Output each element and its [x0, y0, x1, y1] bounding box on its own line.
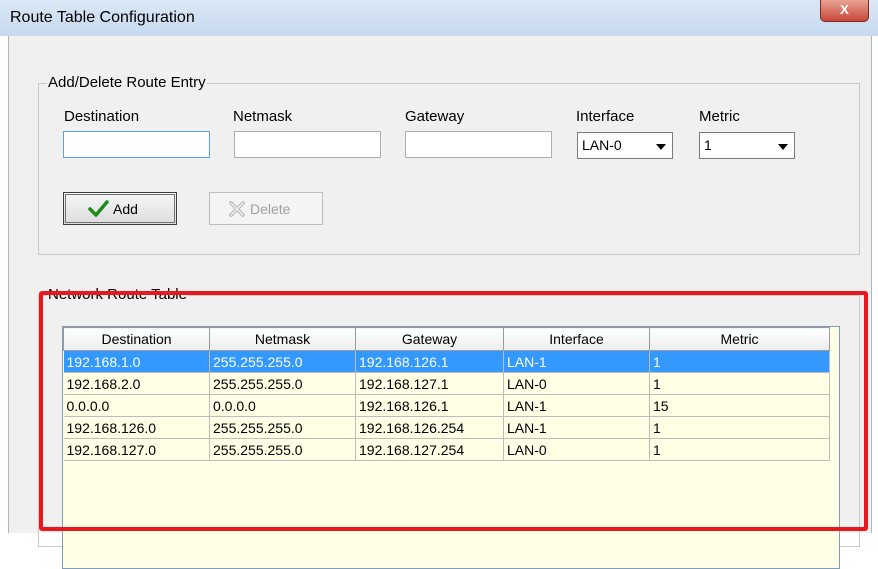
table-cell: 0.0.0.0 — [63, 394, 210, 417]
delete-button-label: Delete — [250, 201, 291, 217]
interface-value: LAN-0 — [582, 137, 622, 153]
table-cell: 255.255.255.0 — [209, 350, 356, 373]
interface-select[interactable]: LAN-0 — [577, 132, 673, 159]
table-cell: LAN-0 — [503, 438, 650, 461]
table-cell: 192.168.2.0 — [63, 372, 210, 395]
chevron-down-icon — [656, 144, 666, 150]
group-title: Network Route Table — [47, 286, 188, 303]
metric-select[interactable]: 1 — [699, 132, 795, 159]
checkmark-icon — [88, 200, 109, 217]
table-cell: 192.168.127.254 — [355, 438, 504, 461]
close-icon: X — [840, 2, 849, 17]
delete-x-icon — [229, 201, 245, 217]
column-header-destination[interactable]: Destination — [63, 327, 210, 351]
table-cell: LAN-1 — [503, 350, 650, 373]
add-button[interactable]: Add — [63, 192, 177, 225]
gateway-input[interactable] — [405, 131, 552, 158]
table-cell: 255.255.255.0 — [209, 372, 356, 395]
table-cell: 15 — [649, 394, 830, 417]
table-row[interactable]: 192.168.127.0 255.255.255.0 192.168.127.25… — [63, 438, 830, 461]
close-button[interactable]: X — [820, 0, 869, 22]
add-button-label: Add — [113, 200, 138, 217]
table-cell: 192.168.1.0 — [63, 350, 210, 373]
metric-label: Metric — [699, 108, 740, 125]
destination-label: Destination — [64, 108, 140, 125]
column-header-metric[interactable]: Metric — [649, 327, 830, 351]
netmask-label: Netmask — [233, 108, 293, 125]
delete-button[interactable]: Delete — [209, 192, 323, 225]
destination-input[interactable] — [63, 131, 210, 158]
table-cell: 192.168.127.1 — [355, 372, 504, 395]
table-cell: 192.168.127.0 — [63, 438, 210, 461]
gateway-label: Gateway — [405, 108, 465, 125]
window-title: Route Table Configuration — [10, 9, 195, 26]
table-cell: 1 — [649, 416, 830, 439]
group-title: Add/Delete Route Entry — [47, 74, 207, 91]
table-cell: LAN-1 — [503, 416, 650, 439]
column-header-interface[interactable]: Interface — [503, 327, 650, 351]
table-row[interactable]: 192.168.1.0 255.255.255.0 192.168.126.1 LAN… — [63, 350, 830, 373]
table-cell: 1 — [649, 372, 830, 395]
title-bar: Route Table Configuration X — [0, 0, 878, 36]
column-header-netmask[interactable]: Netmask — [209, 327, 356, 351]
table-cell: 192.168.126.254 — [355, 416, 504, 439]
metric-value: 1 — [704, 137, 712, 153]
netmask-input[interactable] — [234, 131, 381, 158]
table-cell: 255.255.255.0 — [209, 416, 356, 439]
dialog-body: Add/Delete Route Entry Destination Netma… — [8, 36, 872, 569]
table-cell: 255.255.255.0 — [209, 438, 356, 461]
table-row[interactable]: 192.168.126.0 255.255.255.0 192.168.126.25… — [63, 416, 830, 439]
table-cell: LAN-1 — [503, 394, 650, 417]
table-cell: 192.168.126.1 — [355, 350, 504, 373]
table-cell: 0.0.0.0 — [209, 394, 356, 417]
interface-label: Interface — [576, 108, 635, 125]
chevron-down-icon — [778, 144, 788, 150]
table-row[interactable]: 0.0.0.0 0.0.0.0 192.168.126.1 LAN-1 15 — [63, 394, 830, 417]
table-cell: 192.168.126.1 — [355, 394, 504, 417]
column-header-gateway[interactable]: Gateway — [355, 327, 504, 351]
table-cell: 192.168.126.0 — [63, 416, 210, 439]
table-cell: LAN-0 — [503, 372, 650, 395]
table-row[interactable]: 192.168.2.0 255.255.255.0 192.168.127.1 LAN… — [63, 372, 830, 395]
table-cell: 1 — [649, 438, 830, 461]
table-cell: 1 — [649, 350, 830, 373]
